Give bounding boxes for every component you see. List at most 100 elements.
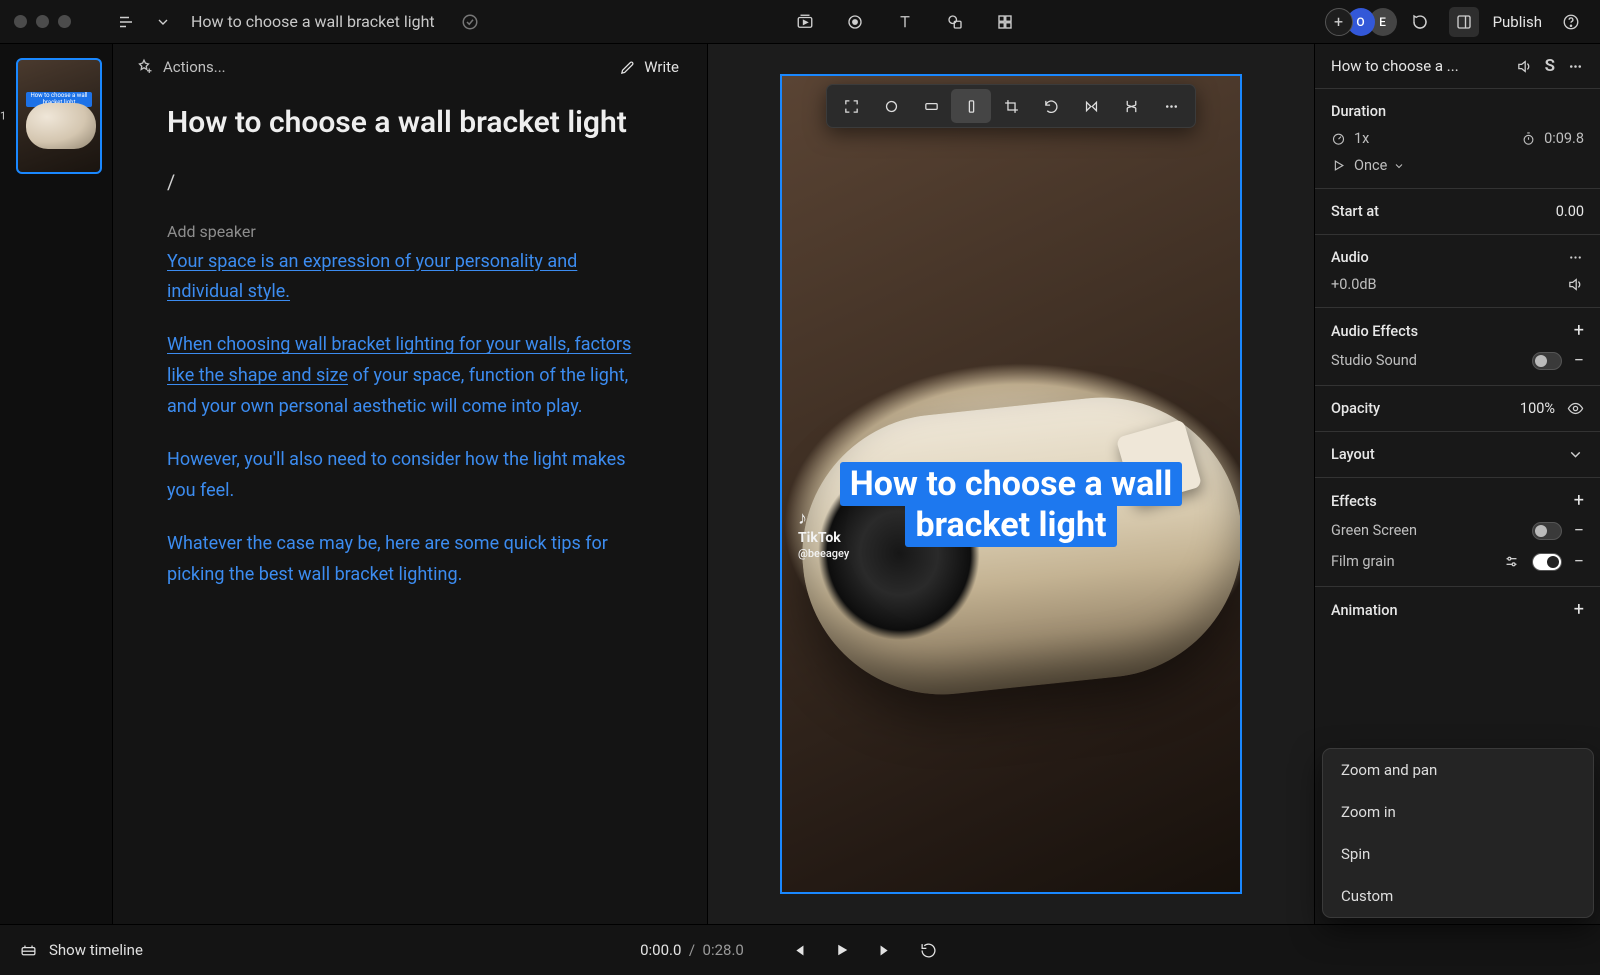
expand-icon[interactable] <box>831 89 871 123</box>
next-button[interactable] <box>877 942 894 959</box>
speed-icon <box>1331 131 1346 146</box>
document-title[interactable]: How to choose a wall bracket light <box>191 12 435 31</box>
audio-gain[interactable]: +0.0dB <box>1331 276 1377 293</box>
duration-value[interactable]: 0:09.8 <box>1544 130 1584 147</box>
paragraph-1-link[interactable]: Your space is an expression of your pers… <box>167 251 577 303</box>
traffic-light-zoom[interactable] <box>58 15 71 28</box>
canvas-toolbar <box>826 84 1196 128</box>
record-button[interactable] <box>840 7 870 37</box>
animation-popover: Zoom and pan Zoom in Spin Custom <box>1322 748 1594 918</box>
canvas-panel: ♪ TikTok @beeagey How to choose a wall b… <box>707 44 1314 924</box>
add-audio-effect-button[interactable]: + <box>1574 322 1584 340</box>
scene-thumbnail[interactable]: How to choose a wall bracket light <box>16 58 102 174</box>
duration-section: Duration 1x 0:09.8 Once <box>1315 89 1600 189</box>
speed-icon[interactable] <box>1111 89 1151 123</box>
templates-button[interactable] <box>990 7 1020 37</box>
scene-index: 1 <box>0 110 6 123</box>
popover-item-custom[interactable]: Custom <box>1323 875 1593 917</box>
film-grain-label: Film grain <box>1331 553 1395 570</box>
start-at-row[interactable]: Start at 0.00 <box>1315 189 1600 235</box>
script-toolbar: Actions... Write <box>113 44 707 84</box>
paragraph-2[interactable]: When choosing wall bracket lighting for … <box>167 330 653 423</box>
text-tool-button[interactable] <box>890 7 920 37</box>
audio-section: Audio +0.0dB <box>1315 235 1600 308</box>
script-body[interactable]: How to choose a wall bracket light / Add… <box>113 84 707 591</box>
add-effect-button[interactable]: + <box>1574 492 1584 510</box>
s-icon[interactable]: S <box>1545 56 1555 76</box>
chevron-down-icon[interactable] <box>1567 446 1584 463</box>
popover-item-zoom-and-pan[interactable]: Zoom and pan <box>1323 749 1593 791</box>
slash-command[interactable]: / <box>167 170 653 194</box>
chevron-down-icon[interactable] <box>1393 160 1405 172</box>
current-time: 0:00.0 <box>640 941 681 959</box>
paragraph-1[interactable]: Your space is an expression of your pers… <box>167 247 653 309</box>
opacity-value[interactable]: 100% <box>1520 400 1555 417</box>
film-grain-toggle[interactable] <box>1532 553 1562 571</box>
top-bar: How to choose a wall bracket light + O E <box>0 0 1600 44</box>
media-library-button[interactable] <box>790 7 820 37</box>
write-label: Write <box>644 58 679 76</box>
shapes-tool-button[interactable] <box>940 7 970 37</box>
add-speaker-button[interactable]: Add speaker <box>167 222 653 241</box>
speed-value[interactable]: 1x <box>1354 130 1369 147</box>
audio-label: Audio <box>1331 249 1369 266</box>
layout-row[interactable]: Layout <box>1315 432 1600 478</box>
crop-icon[interactable] <box>991 89 1031 123</box>
inspector-toggle-button[interactable] <box>1449 7 1479 37</box>
comments-button[interactable] <box>1405 7 1435 37</box>
prev-button[interactable] <box>790 942 807 959</box>
sliders-icon[interactable] <box>1503 553 1520 570</box>
remove-icon[interactable]: − <box>1574 551 1584 572</box>
stopwatch-icon <box>1521 131 1536 146</box>
paragraph-3[interactable]: However, you'll also need to consider ho… <box>167 445 653 507</box>
publish-button[interactable]: Publish <box>1493 13 1542 31</box>
opacity-row[interactable]: Opacity 100% <box>1315 386 1600 432</box>
loop-value[interactable]: Once <box>1354 157 1387 174</box>
remove-icon[interactable]: − <box>1574 520 1584 541</box>
eye-icon[interactable] <box>1567 400 1584 417</box>
chevron-down-icon[interactable] <box>155 7 171 37</box>
traffic-light-close[interactable] <box>14 15 27 28</box>
script-panel: Actions... Write How to choose a wall br… <box>113 44 707 924</box>
flip-icon[interactable] <box>1071 89 1111 123</box>
remove-icon[interactable]: − <box>1574 350 1584 371</box>
aspect-portrait-icon[interactable] <box>951 89 991 123</box>
more-icon[interactable] <box>1151 89 1191 123</box>
volume-icon[interactable] <box>1567 276 1584 293</box>
paragraph-4[interactable]: Whatever the case may be, here are some … <box>167 529 653 591</box>
more-icon[interactable] <box>1567 249 1584 266</box>
show-timeline-button[interactable]: Show timeline <box>20 941 143 959</box>
canvas-caption[interactable]: How to choose a wall bracket light <box>800 464 1222 547</box>
more-icon[interactable] <box>1567 58 1584 75</box>
add-collaborator-button[interactable]: + <box>1325 8 1353 36</box>
loop-button[interactable] <box>920 942 937 959</box>
volume-icon[interactable] <box>1516 58 1533 75</box>
popover-item-zoom-in[interactable]: Zoom in <box>1323 791 1593 833</box>
green-screen-toggle[interactable] <box>1532 522 1562 540</box>
script-title[interactable]: How to choose a wall bracket light <box>167 104 653 142</box>
help-button[interactable] <box>1556 7 1586 37</box>
play-icon <box>1331 158 1346 173</box>
write-button[interactable]: Write <box>619 58 679 76</box>
transport-controls <box>790 941 937 959</box>
collaborators[interactable]: + O E <box>1325 8 1391 36</box>
top-bar-right: + O E Publish <box>1325 7 1586 37</box>
aspect-landscape-icon[interactable] <box>911 89 951 123</box>
aspect-circle-icon[interactable] <box>871 89 911 123</box>
add-animation-button[interactable]: + <box>1574 601 1584 619</box>
play-button[interactable] <box>833 941 851 959</box>
canvas-frame[interactable]: ♪ TikTok @beeagey How to choose a wall b… <box>780 74 1242 894</box>
actions-label: Actions... <box>163 58 226 76</box>
traffic-lights <box>14 15 71 28</box>
rotate-icon[interactable] <box>1031 89 1071 123</box>
studio-sound-label: Studio Sound <box>1331 352 1417 369</box>
effects-section: Effects + Green Screen − Film grain − <box>1315 478 1600 587</box>
start-at-value[interactable]: 0.00 <box>1556 203 1584 220</box>
animation-row[interactable]: Animation + <box>1315 587 1600 633</box>
popover-item-spin[interactable]: Spin <box>1323 833 1593 875</box>
actions-button[interactable]: Actions... <box>135 58 226 76</box>
project-menu-button[interactable] <box>111 7 141 37</box>
studio-sound-toggle[interactable] <box>1532 352 1562 370</box>
footer-bar: Show timeline 0:00.0 / 0:28.0 <box>0 924 1600 975</box>
traffic-light-minimize[interactable] <box>36 15 49 28</box>
